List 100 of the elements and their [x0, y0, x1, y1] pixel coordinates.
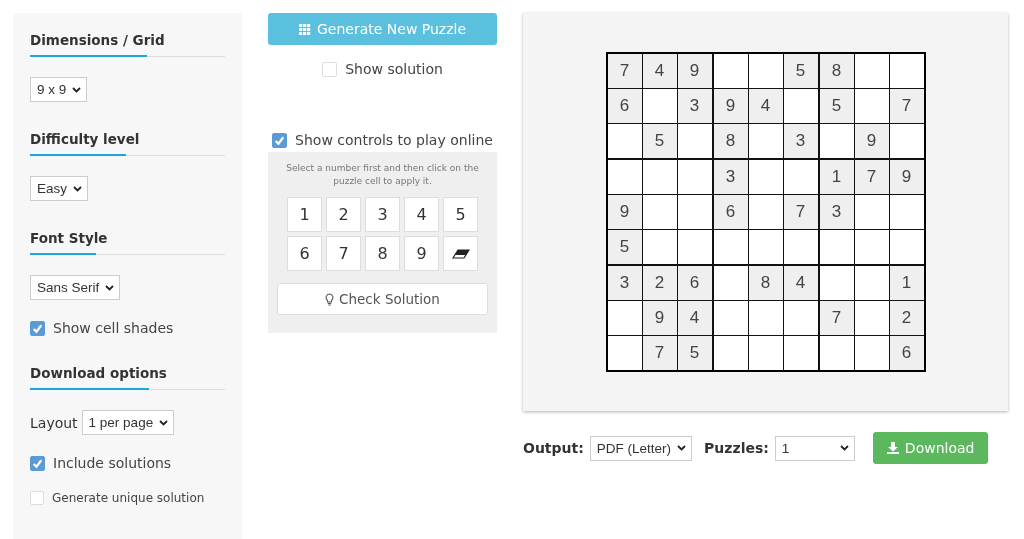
- grid-cell[interactable]: [642, 89, 677, 123]
- dropdown[interactable]: Sans Serif: [30, 275, 121, 300]
- grid-cell[interactable]: 4: [748, 89, 783, 123]
- dropdown[interactable]: 9 x 9: [30, 77, 88, 102]
- grid-cell[interactable]: [889, 230, 924, 264]
- grid-cell[interactable]: [889, 195, 924, 229]
- grid-cell[interactable]: 4: [783, 266, 818, 300]
- grid-cell[interactable]: 5: [607, 230, 642, 264]
- grid-cell[interactable]: [748, 124, 783, 158]
- grid-cell[interactable]: [748, 195, 783, 229]
- grid-cell[interactable]: [748, 230, 783, 264]
- grid-cell[interactable]: [713, 336, 748, 370]
- grid-cell[interactable]: [748, 336, 783, 370]
- number-key[interactable]: 9: [404, 236, 439, 272]
- number-key[interactable]: 3: [365, 197, 400, 233]
- grid-cell[interactable]: [607, 301, 642, 335]
- grid-cell[interactable]: 3: [783, 124, 818, 158]
- grid-cell[interactable]: 9: [889, 160, 924, 194]
- grid-cell[interactable]: 3: [607, 266, 642, 300]
- grid-cell[interactable]: [607, 124, 642, 158]
- grid-cell[interactable]: 3: [677, 89, 712, 123]
- grid-cell[interactable]: [783, 89, 818, 123]
- grid-cell[interactable]: 6: [607, 89, 642, 123]
- grid-cell[interactable]: [642, 195, 677, 229]
- grid-cell[interactable]: [607, 160, 642, 194]
- puzzles-dropdown[interactable]: 1: [774, 435, 855, 461]
- grid-cell[interactable]: [819, 230, 854, 264]
- grid-cell[interactable]: 6: [677, 266, 712, 300]
- grid-cell[interactable]: 9: [854, 124, 889, 158]
- grid-cell[interactable]: [854, 195, 889, 229]
- grid-cell[interactable]: 9: [642, 301, 677, 335]
- eraser-button[interactable]: [443, 236, 478, 272]
- grid-cell[interactable]: [677, 160, 712, 194]
- grid-cell[interactable]: 8: [819, 54, 854, 88]
- grid-cell[interactable]: [889, 124, 924, 158]
- output-dropdown[interactable]: PDF (Letter): [589, 435, 693, 461]
- grid-cell[interactable]: [854, 301, 889, 335]
- number-key[interactable]: 4: [404, 197, 439, 233]
- grid-cell[interactable]: [677, 124, 712, 158]
- grid-cell[interactable]: [748, 160, 783, 194]
- number-key[interactable]: 6: [287, 236, 322, 272]
- grid-cell[interactable]: [677, 230, 712, 264]
- grid-cell[interactable]: [607, 336, 642, 370]
- grid-cell[interactable]: [819, 266, 854, 300]
- number-key[interactable]: 1: [287, 197, 322, 233]
- grid-cell[interactable]: 2: [889, 301, 924, 335]
- check-solution-button[interactable]: Check Solution: [277, 283, 488, 316]
- grid-cell[interactable]: 5: [677, 336, 712, 370]
- grid-cell[interactable]: 4: [677, 301, 712, 335]
- grid-cell[interactable]: [783, 301, 818, 335]
- grid-cell[interactable]: [889, 54, 924, 88]
- grid-cell[interactable]: [748, 54, 783, 88]
- grid-cell[interactable]: 4: [642, 54, 677, 88]
- grid-cell[interactable]: 8: [713, 124, 748, 158]
- grid-cell[interactable]: [819, 124, 854, 158]
- grid-cell[interactable]: 7: [607, 54, 642, 88]
- grid-cell[interactable]: 9: [607, 195, 642, 229]
- number-key[interactable]: 7: [326, 236, 361, 272]
- grid-cell[interactable]: 7: [783, 195, 818, 229]
- grid-cell[interactable]: 9: [677, 54, 712, 88]
- grid-cell[interactable]: [819, 336, 854, 370]
- grid-cell[interactable]: [854, 230, 889, 264]
- grid-cell[interactable]: 6: [889, 336, 924, 370]
- grid-cell[interactable]: [854, 266, 889, 300]
- grid-cell[interactable]: 6: [713, 195, 748, 229]
- grid-cell[interactable]: 8: [748, 266, 783, 300]
- grid-cell[interactable]: 1: [889, 266, 924, 300]
- grid-cell[interactable]: [854, 336, 889, 370]
- checkbox[interactable]: [30, 320, 45, 336]
- dropdown[interactable]: Easy: [30, 176, 88, 201]
- grid-cell[interactable]: 7: [854, 160, 889, 194]
- grid-cell[interactable]: [783, 336, 818, 370]
- number-key[interactable]: 8: [365, 236, 400, 272]
- grid-cell[interactable]: [713, 266, 748, 300]
- dropdown[interactable]: 1 per page: [81, 410, 175, 435]
- grid-cell[interactable]: 7: [642, 336, 677, 370]
- grid-cell[interactable]: [748, 301, 783, 335]
- grid-cell[interactable]: [642, 230, 677, 264]
- grid-cell[interactable]: [713, 301, 748, 335]
- grid-cell[interactable]: 7: [819, 301, 854, 335]
- grid-cell[interactable]: 7: [889, 89, 924, 123]
- grid-cell[interactable]: [783, 160, 818, 194]
- grid-cell[interactable]: 2: [642, 266, 677, 300]
- grid-cell[interactable]: [677, 195, 712, 229]
- grid-cell[interactable]: [713, 54, 748, 88]
- grid-cell[interactable]: [642, 160, 677, 194]
- grid-cell[interactable]: 5: [642, 124, 677, 158]
- grid-cell[interactable]: [783, 230, 818, 264]
- number-key[interactable]: 2: [326, 197, 361, 233]
- grid-cell[interactable]: [713, 230, 748, 264]
- number-key[interactable]: 5: [443, 197, 478, 233]
- grid-cell[interactable]: 1: [819, 160, 854, 194]
- grid-cell[interactable]: 3: [713, 160, 748, 194]
- grid-cell[interactable]: 3: [819, 195, 854, 229]
- grid-cell[interactable]: [854, 54, 889, 88]
- grid-cell[interactable]: 5: [819, 89, 854, 123]
- grid-cell[interactable]: 9: [713, 89, 748, 123]
- checkbox[interactable]: [272, 132, 288, 148]
- grid-cell[interactable]: 5: [783, 54, 818, 88]
- grid-cell[interactable]: [854, 89, 889, 123]
